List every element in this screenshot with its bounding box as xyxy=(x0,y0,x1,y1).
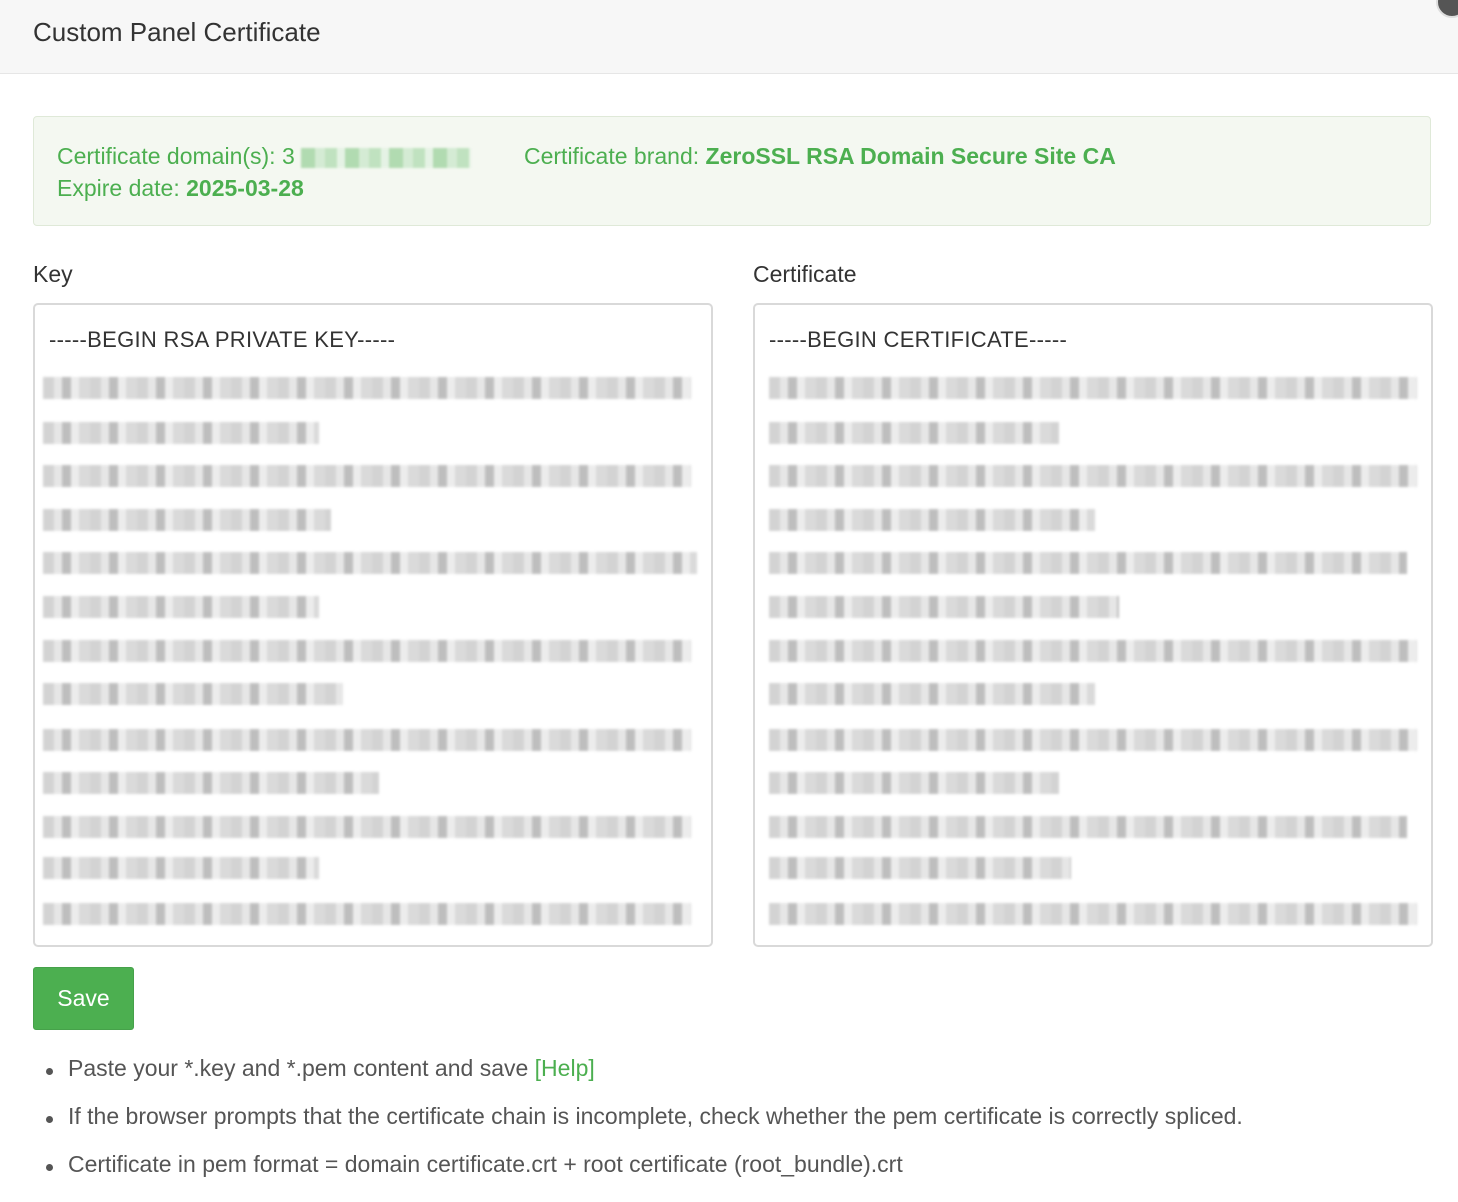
redacted-cert-line xyxy=(769,552,1407,574)
redacted-cert-line xyxy=(769,683,1095,705)
redacted-key-line xyxy=(43,465,691,487)
redacted-cert-line xyxy=(769,640,1417,662)
redacted-cert-line xyxy=(769,816,1407,838)
certificate-info-box: Certificate domain(s): 3 Certificate bra… xyxy=(33,116,1431,226)
redacted-cert-line xyxy=(769,903,1417,925)
redacted-key-line xyxy=(43,552,697,574)
close-icon[interactable] xyxy=(1436,0,1458,18)
redacted-key-line xyxy=(43,816,691,838)
redacted-cert-line xyxy=(769,729,1417,751)
redacted-cert-line xyxy=(769,509,1095,531)
redacted-key-line xyxy=(43,640,691,662)
redacted-cert-line xyxy=(769,377,1417,399)
key-label: Key xyxy=(33,261,73,287)
certificate-textarea[interactable]: -----BEGIN CERTIFICATE----- xyxy=(753,303,1433,947)
save-button[interactable]: Save xyxy=(33,967,134,1030)
key-first-line: -----BEGIN RSA PRIVATE KEY----- xyxy=(49,327,396,352)
redacted-cert-line xyxy=(769,772,1059,794)
dialog-header: Custom Panel Certificate xyxy=(0,0,1458,74)
expire-date-value: 2025-03-28 xyxy=(186,175,304,201)
redacted-key-line xyxy=(43,683,343,705)
redacted-cert-line xyxy=(769,422,1059,444)
certificate-domain-label: Certificate domain(s): xyxy=(57,143,282,169)
certificate-brand-label: Certificate brand: xyxy=(524,143,706,169)
redacted-key-line xyxy=(43,857,319,879)
redacted-cert-line xyxy=(769,465,1417,487)
redacted-cert-line xyxy=(769,596,1119,618)
certificate-label: Certificate xyxy=(753,261,857,287)
redacted-key-line xyxy=(43,903,691,925)
redacted-domain xyxy=(300,147,471,168)
certificate-first-line: -----BEGIN CERTIFICATE----- xyxy=(769,327,1068,352)
help-link[interactable]: [Help] xyxy=(535,1055,595,1081)
certificate-domain-prefix: 3 xyxy=(281,143,295,169)
redacted-key-line xyxy=(43,422,319,444)
dialog-title: Custom Panel Certificate xyxy=(33,17,321,47)
redacted-key-line xyxy=(43,729,691,751)
redacted-cert-line xyxy=(769,857,1071,879)
certificate-brand-row: Certificate brand: ZeroSSL RSA Domain Se… xyxy=(524,143,1116,170)
redacted-key-line xyxy=(43,377,691,399)
redacted-key-line xyxy=(43,772,379,794)
certificate-brand-value: ZeroSSL RSA Domain Secure Site CA xyxy=(705,143,1116,169)
key-textarea[interactable]: -----BEGIN RSA PRIVATE KEY----- xyxy=(33,303,713,947)
redacted-key-line xyxy=(43,596,319,618)
certificate-domain-row: Certificate domain(s): 3 xyxy=(57,143,471,170)
expire-date-row: Expire date: 2025-03-28 xyxy=(57,175,304,202)
note-item: Paste your *.key and *.pem content and s… xyxy=(46,1055,595,1082)
note-item: Certificate in pem format = domain certi… xyxy=(46,1151,903,1177)
expire-date-label: Expire date: xyxy=(57,175,187,201)
note-paste-text: Paste your *.key and *.pem content and s… xyxy=(68,1055,535,1081)
note-item: If the browser prompts that the certific… xyxy=(46,1103,1243,1129)
redacted-key-line xyxy=(43,509,331,531)
